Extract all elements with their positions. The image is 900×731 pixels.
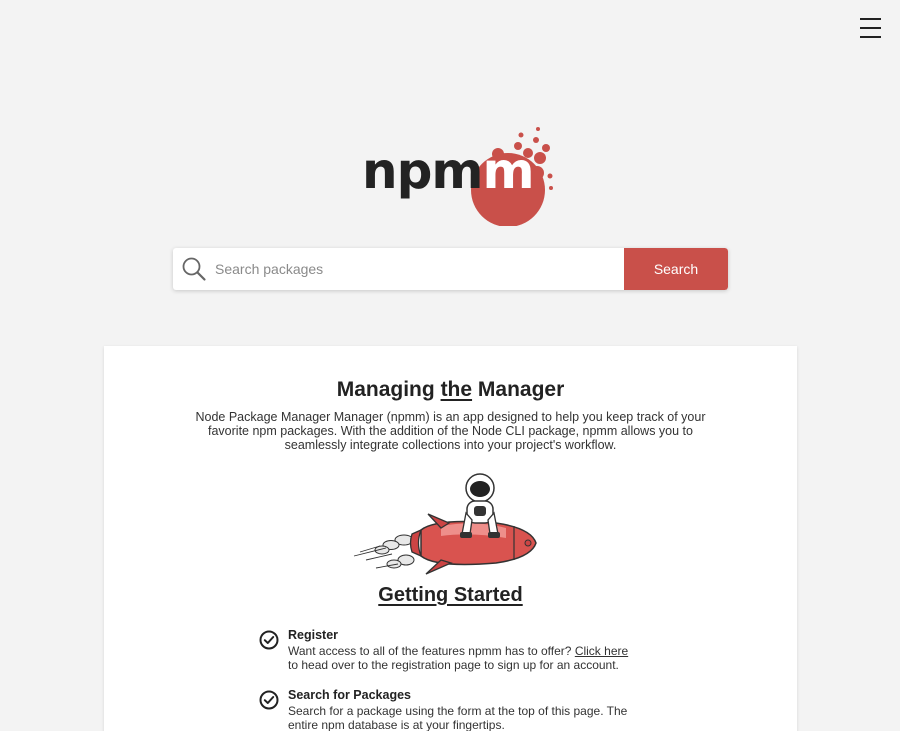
step-body: Search for a package using the form at t… xyxy=(288,704,638,731)
search-icon xyxy=(173,248,215,290)
page: npmm Search Managing the Manager Node Pa… xyxy=(0,0,900,731)
card-title: Managing the Manager xyxy=(104,378,797,402)
step-body-text: to head over to the registration page to… xyxy=(288,657,619,672)
card-title-after: Manager xyxy=(472,378,565,401)
logo-splash-dot xyxy=(518,132,524,138)
search-bar: Search xyxy=(173,248,728,290)
logo-splash-dot xyxy=(547,173,553,179)
step-body-text: Search for a package using the form at t… xyxy=(288,704,628,731)
logo-text: npmm xyxy=(362,146,535,196)
hamburger-line xyxy=(860,36,881,38)
check-circle-icon xyxy=(259,690,279,710)
logo-splash-dot xyxy=(549,186,553,190)
step-title: Search for Packages xyxy=(288,688,411,702)
astronaut-rocket-illustration xyxy=(353,473,537,575)
hamburger-line xyxy=(860,27,881,29)
logo-splash-dot xyxy=(534,152,546,164)
card-title-emphasis: the xyxy=(440,378,473,401)
logo-text-main: npm xyxy=(362,142,483,200)
search-input[interactable] xyxy=(215,248,624,290)
intro-paragraph: Node Package Manager Manager (npmm) is a… xyxy=(195,410,706,452)
register-link[interactable]: Click here xyxy=(575,644,628,658)
intro-card: Managing the Manager Node Package Manage… xyxy=(104,346,797,731)
step-body-text: Want access to all of the features npmm … xyxy=(288,644,575,658)
logo-splash-dot xyxy=(542,144,550,152)
getting-started-heading: Getting Started xyxy=(378,584,523,606)
card-title-before: Managing xyxy=(336,378,441,401)
hamburger-line xyxy=(860,18,881,20)
search-button[interactable]: Search xyxy=(624,248,728,290)
step-title: Register xyxy=(288,628,339,642)
logo-splash-dot xyxy=(533,137,539,143)
check-circle-icon xyxy=(259,630,279,650)
logo-splash-dot xyxy=(536,127,540,131)
logo-text-accent: m xyxy=(482,142,535,200)
hamburger-menu-icon[interactable] xyxy=(860,17,882,39)
step-body: Want access to all of the features npmm … xyxy=(288,644,638,672)
